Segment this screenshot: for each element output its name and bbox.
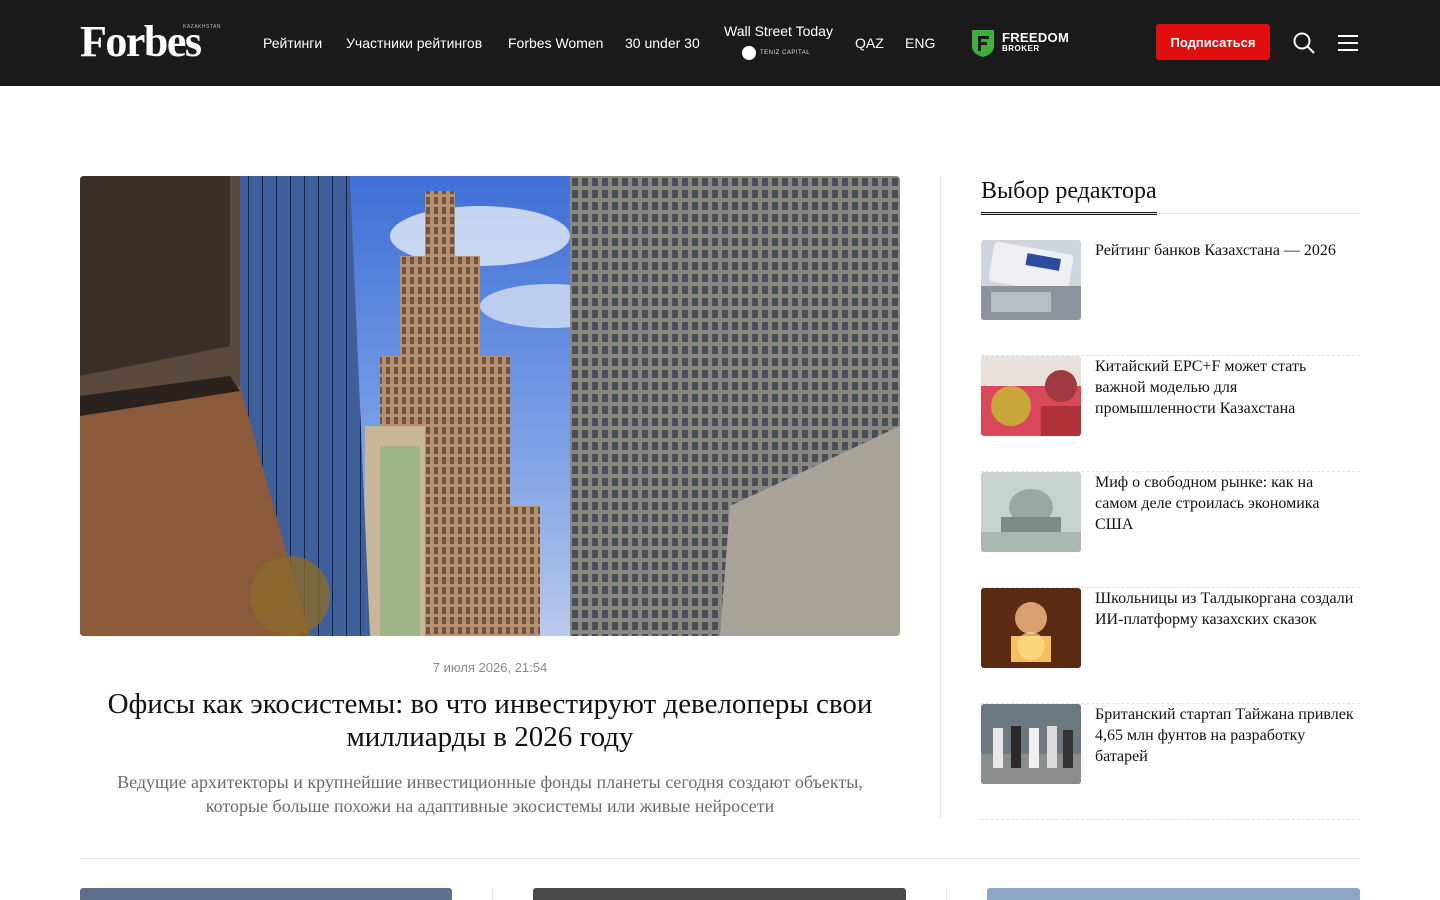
nav-rating-participants[interactable]: Участники рейтингов: [346, 34, 482, 52]
freedom-broker-logo[interactable]: FREEDOM BROKER: [970, 28, 1069, 58]
article-thumbnail: [981, 356, 1081, 436]
editors-choice-item[interactable]: Миф о свободном рынке: как на самом деле…: [981, 472, 1360, 588]
section-divider: [80, 858, 1360, 859]
main-article-image[interactable]: [80, 176, 900, 636]
article-headline: Миф о свободном рынке: как на самом деле…: [1095, 474, 1320, 533]
article-thumbnail: [981, 240, 1081, 320]
card-divider: [492, 888, 493, 900]
article-lead: Ведущие архитекторы и крупнейшие инвести…: [117, 772, 863, 816]
nav-wall-street-today[interactable]: Wall Street Today TENIZ CAPITAL: [724, 22, 834, 60]
lang-eng[interactable]: ENG: [905, 34, 935, 52]
wall-street-title: Wall Street Today: [724, 23, 833, 39]
subscribe-button[interactable]: Подписаться: [1156, 24, 1270, 60]
sponsor-label: TENIZ CAPITAL: [760, 50, 811, 56]
editors-choice-item[interactable]: Школьницы из Талдыкоргана создали ИИ-пла…: [981, 588, 1360, 704]
article-thumbnail: [981, 588, 1081, 668]
lang-qaz[interactable]: QAZ: [855, 34, 884, 52]
article-headline: Китайский EPC+F может стать важной модел…: [1095, 358, 1307, 417]
editors-choice-item[interactable]: Рейтинг банков Казахстана — 2026: [981, 240, 1360, 356]
article-headline: Британский стартап Тайжана привлек 4,65 …: [1095, 706, 1354, 765]
column-divider: [940, 176, 941, 818]
logo-region-label: KAZAKHSTAN: [183, 24, 221, 30]
editors-choice-item[interactable]: Китайский EPC+F может стать важной модел…: [981, 356, 1360, 472]
freedom-shield-icon: [972, 30, 994, 57]
article-headline: Школьницы из Талдыкоргана создали ИИ-пла…: [1095, 590, 1354, 628]
nav-forbes-women[interactable]: Forbes Women: [508, 34, 603, 52]
article-thumbnail: [981, 472, 1081, 552]
card-divider: [946, 888, 947, 900]
editors-choice-heading: Выбор редактора: [981, 176, 1157, 215]
teniz-capital-icon: [742, 46, 756, 60]
freedom-label: FREEDOM: [1002, 30, 1070, 45]
teniz-capital-sponsor: TENIZ CAPITAL: [742, 46, 834, 60]
nav-ratings[interactable]: Рейтинги: [263, 34, 322, 52]
search-icon[interactable]: [1292, 31, 1316, 55]
card-image[interactable]: [987, 888, 1360, 900]
editors-choice-item[interactable]: Британский стартап Тайжана привлек 4,65 …: [981, 704, 1360, 820]
card-image[interactable]: [80, 888, 452, 900]
nav-30-under-30[interactable]: 30 under 30: [625, 34, 700, 52]
heading-underline: [981, 213, 1360, 214]
site-header: Forbes KAZAKHSTAN Рейтинги Участники рей…: [0, 0, 1440, 86]
article-title[interactable]: Офисы как экосистемы: во что инвестируют…: [80, 688, 900, 754]
article-thumbnail: [981, 704, 1081, 784]
article-date: 7 июля 2026, 21:54: [432, 660, 548, 675]
card-image[interactable]: [533, 888, 906, 900]
hamburger-menu-icon[interactable]: [1336, 32, 1360, 54]
article-headline: Рейтинг банков Казахстана — 2026: [1095, 242, 1336, 259]
